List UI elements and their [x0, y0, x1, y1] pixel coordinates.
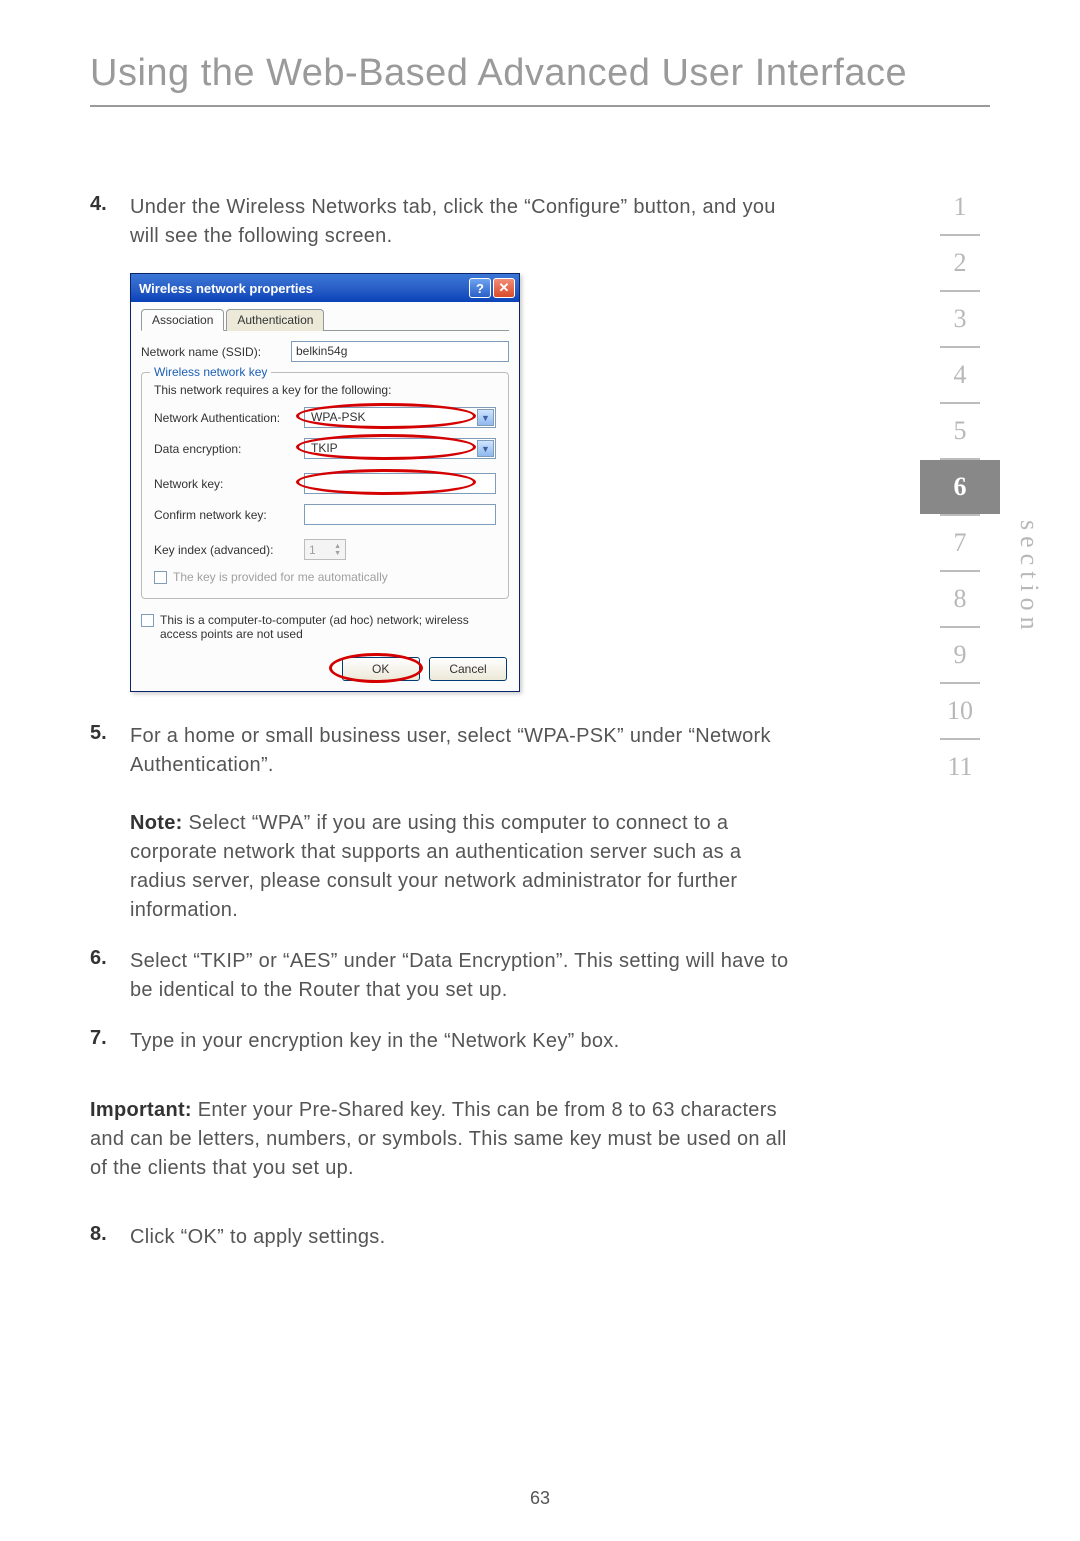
network-key-input[interactable]: [304, 473, 496, 494]
page-title: Using the Web-Based Advanced User Interf…: [90, 52, 990, 95]
step-8-number: 8.: [90, 1223, 130, 1252]
group-legend: Wireless network key: [150, 365, 271, 379]
step-6-number: 6.: [90, 947, 130, 1005]
auth-label: Network Authentication:: [154, 411, 304, 425]
step-4-text: Under the Wireless Networks tab, click t…: [130, 193, 790, 251]
step-5: 5. For a home or small business user, se…: [90, 722, 790, 925]
auto-key-row: The key is provided for me automatically: [154, 570, 496, 584]
step-7: 7. Type in your encryption key in the “N…: [90, 1027, 790, 1056]
tab-association[interactable]: Association: [141, 309, 224, 331]
note-text: Select “WPA” if you are using this compu…: [130, 812, 741, 921]
section-label: section: [1014, 520, 1044, 636]
section-nav: 1234567891011: [920, 180, 1000, 794]
netkey-label: Network key:: [154, 477, 304, 491]
adhoc-checkbox[interactable]: [141, 614, 154, 627]
adhoc-label: This is a computer-to-computer (ad hoc) …: [160, 613, 480, 641]
title-rule: [90, 105, 990, 107]
dialog-title: Wireless network properties: [139, 281, 467, 296]
ssid-input[interactable]: belkin54g: [291, 341, 509, 362]
step-5-number: 5.: [90, 722, 130, 925]
section-nav-item-7[interactable]: 7: [920, 516, 1000, 570]
important-label: Important:: [90, 1099, 192, 1121]
network-authentication-select[interactable]: WPA-PSK: [304, 407, 496, 428]
auto-key-checkbox: [154, 571, 167, 584]
dialog-tabs: Association Authentication: [141, 308, 509, 331]
section-nav-item-10[interactable]: 10: [920, 684, 1000, 738]
xp-dialog: Wireless network properties ? ✕ Associat…: [130, 273, 520, 692]
row-ssid: Network name (SSID): belkin54g: [141, 341, 509, 362]
dialog-titlebar: Wireless network properties ? ✕: [131, 274, 519, 302]
chevron-down-icon[interactable]: ▼: [477, 409, 494, 426]
confirm-key-input[interactable]: [304, 504, 496, 525]
important-block: Important: Enter your Pre-Shared key. Th…: [90, 1096, 790, 1183]
section-nav-item-11[interactable]: 11: [920, 740, 1000, 794]
step-7-text: Type in your encryption key in the “Netw…: [130, 1027, 790, 1056]
section-nav-item-8[interactable]: 8: [920, 572, 1000, 626]
page-number: 63: [0, 1488, 1080, 1509]
data-encryption-select[interactable]: TKIP: [304, 438, 496, 459]
wireless-key-group: Wireless network key This network requir…: [141, 372, 509, 599]
step-6: 6. Select “TKIP” or “AES” under “Data En…: [90, 947, 790, 1005]
ssid-label: Network name (SSID):: [141, 345, 291, 359]
close-icon[interactable]: ✕: [493, 278, 515, 298]
help-icon[interactable]: ?: [469, 278, 491, 298]
step-4-number: 4.: [90, 193, 130, 251]
key-note: This network requires a key for the foll…: [154, 383, 496, 397]
important-text: Enter your Pre-Shared key. This can be f…: [90, 1099, 787, 1179]
note-label: Note:: [130, 812, 183, 834]
confirm-label: Confirm network key:: [154, 508, 304, 522]
section-nav-item-2[interactable]: 2: [920, 236, 1000, 290]
step-5-body: For a home or small business user, selec…: [130, 722, 790, 925]
section-nav-item-6[interactable]: 6: [920, 460, 1000, 514]
chevron-down-icon[interactable]: ▼: [477, 440, 494, 457]
auto-key-label: The key is provided for me automatically: [173, 570, 388, 584]
section-nav-item-1[interactable]: 1: [920, 180, 1000, 234]
section-nav-item-5[interactable]: 5: [920, 404, 1000, 458]
keyindex-label: Key index (advanced):: [154, 543, 304, 557]
dialog-screenshot: Wireless network properties ? ✕ Associat…: [130, 273, 790, 692]
step-8: 8. Click “OK” to apply settings.: [90, 1223, 790, 1252]
key-index-value: 1: [309, 543, 316, 557]
ok-button[interactable]: OK: [342, 657, 420, 681]
section-nav-item-9[interactable]: 9: [920, 628, 1000, 682]
key-index-spinner: 1 ▲▼: [304, 539, 346, 560]
section-nav-item-4[interactable]: 4: [920, 348, 1000, 402]
cancel-button[interactable]: Cancel: [429, 657, 507, 681]
main-content: 4. Under the Wireless Networks tab, clic…: [90, 193, 790, 1252]
step-6-text: Select “TKIP” or “AES” under “Data Encry…: [130, 947, 790, 1005]
step-8-text: Click “OK” to apply settings.: [130, 1223, 790, 1252]
enc-label: Data encryption:: [154, 442, 304, 456]
adhoc-row: This is a computer-to-computer (ad hoc) …: [141, 613, 509, 641]
section-nav-item-3[interactable]: 3: [920, 292, 1000, 346]
step-4: 4. Under the Wireless Networks tab, clic…: [90, 193, 790, 251]
dialog-body: Association Authentication Network name …: [131, 302, 519, 691]
tab-authentication[interactable]: Authentication: [226, 309, 324, 331]
step-5-text: For a home or small business user, selec…: [130, 725, 771, 776]
step-7-number: 7.: [90, 1027, 130, 1056]
spinner-arrows-icon: ▲▼: [334, 543, 341, 557]
